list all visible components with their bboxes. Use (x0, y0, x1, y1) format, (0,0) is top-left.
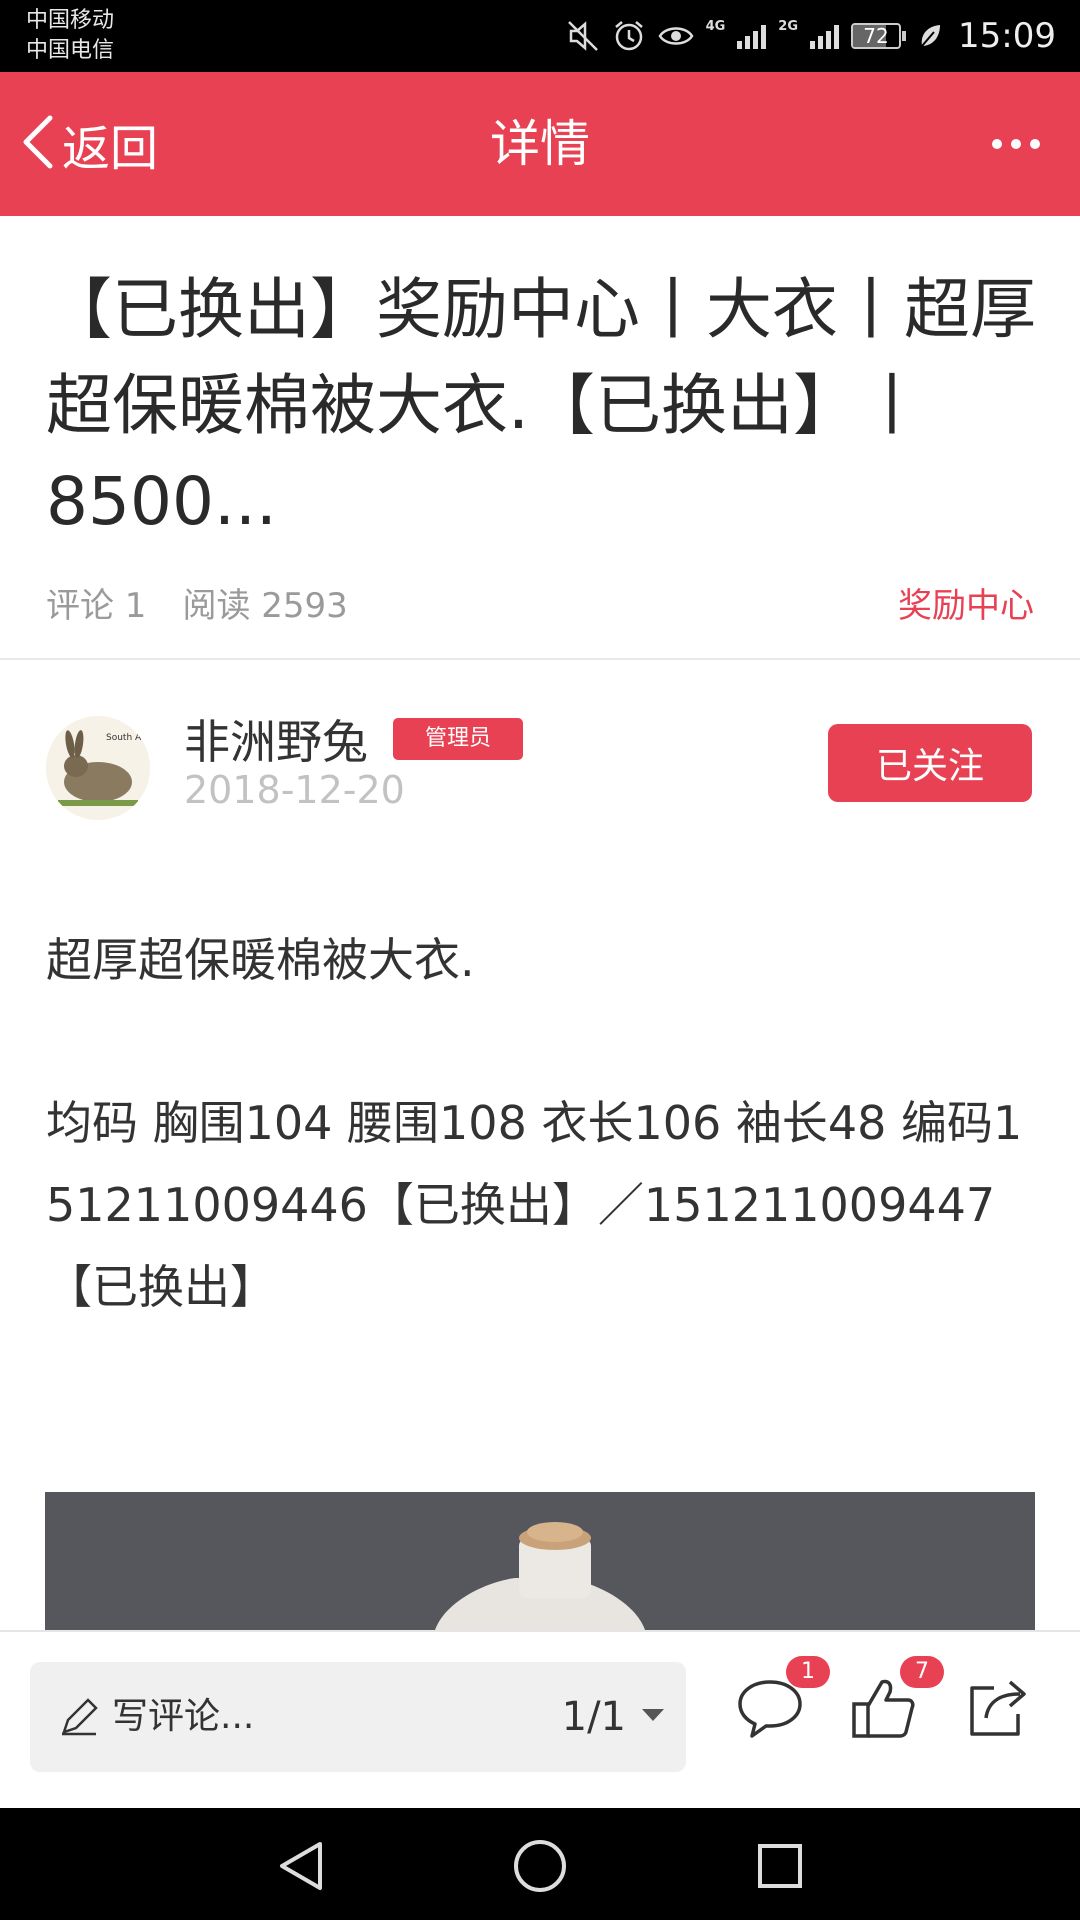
more-dots-icon (992, 139, 1002, 149)
battery-level: 72 (863, 24, 889, 48)
back-label: 返回 (62, 121, 159, 177)
like-count-badge: 7 (900, 1656, 944, 1688)
comment-input[interactable]: 写评论... 1/1 (30, 1662, 686, 1772)
follow-button[interactable]: 已关注 (828, 724, 1032, 802)
status-bar: 中国移动 中国电信 4G 2G 72 15:09 (0, 0, 1080, 72)
admin-badge: 管理员 (393, 718, 523, 760)
carrier-1: 中国移动 (26, 8, 115, 33)
pencil-icon (60, 1698, 98, 1740)
back-button[interactable]: 返回 (20, 72, 158, 216)
thumbs-up-icon (844, 1679, 924, 1752)
nav-back-icon (272, 1842, 332, 1900)
article-image[interactable] (45, 1492, 1035, 1630)
body-paragraph-2: 均码 胸围104 腰围108 衣长106 袖长48 编码151211009446… (46, 1096, 1023, 1314)
dropdown-triangle-icon (640, 1707, 666, 1727)
app-header: 返回 详情 (0, 72, 1080, 216)
category-link[interactable]: 奖励中心 (898, 578, 1034, 627)
nav-home-icon (510, 1840, 570, 1900)
carrier-2: 中国电信 (26, 38, 115, 63)
share-button[interactable] (958, 1668, 1038, 1748)
comments-button[interactable]: 1 (730, 1656, 830, 1748)
article-meta: 评论 1 阅读 2593 (46, 578, 348, 627)
signal-icon-2 (810, 23, 840, 49)
body-paragraph-1: 超厚超保暖棉被大衣. (46, 933, 475, 987)
status-icons: 4G 2G 72 15:09 (566, 0, 1056, 72)
post-date: 2018-12-20 (184, 768, 405, 812)
mute-icon (566, 19, 600, 53)
network-type-2: 2G (778, 18, 799, 34)
page-selector[interactable]: 1/1 (562, 1662, 666, 1772)
comment-placeholder: 写评论... (112, 1696, 255, 1737)
signal-icon (737, 23, 767, 49)
alarm-icon (612, 19, 646, 53)
carrier-info: 中国移动 中国电信 (26, 6, 114, 66)
like-button[interactable]: 7 (844, 1656, 944, 1748)
share-icon (958, 1680, 1038, 1752)
leaf-icon (918, 22, 942, 50)
more-button[interactable] (992, 72, 1040, 216)
nav-recents-icon (750, 1844, 810, 1900)
comment-count-badge: 1 (786, 1656, 830, 1688)
back-chevron-icon (20, 114, 56, 174)
read-count-text: 阅读 2593 (182, 586, 348, 626)
nav-recents-button[interactable] (750, 1836, 810, 1896)
battery-icon: 72 (851, 23, 907, 49)
comment-icon (730, 1680, 810, 1752)
eye-icon (658, 21, 694, 51)
page-indicator: 1/1 (561, 1694, 626, 1740)
author-name[interactable]: 非洲野兔 (184, 706, 368, 772)
network-type-1: 4G (705, 18, 726, 34)
avatar[interactable]: South A... (46, 716, 150, 820)
clock: 15:09 (958, 16, 1056, 56)
system-nav-bar (0, 1808, 1080, 1920)
bottom-action-bar: 写评论... 1/1 1 7 (0, 1630, 1080, 1810)
divider (0, 658, 1080, 660)
page-title: 详情 (490, 115, 590, 173)
nav-home-button[interactable] (510, 1836, 570, 1896)
article-title: 【已换出】奖励中心丨大衣丨超厚超保暖棉被大衣.【已换出】丨8500... (46, 271, 1036, 540)
svg-text:South A...: South A... (106, 733, 150, 743)
comment-count-text: 评论 1 (46, 586, 147, 626)
nav-back-button[interactable] (272, 1836, 332, 1896)
